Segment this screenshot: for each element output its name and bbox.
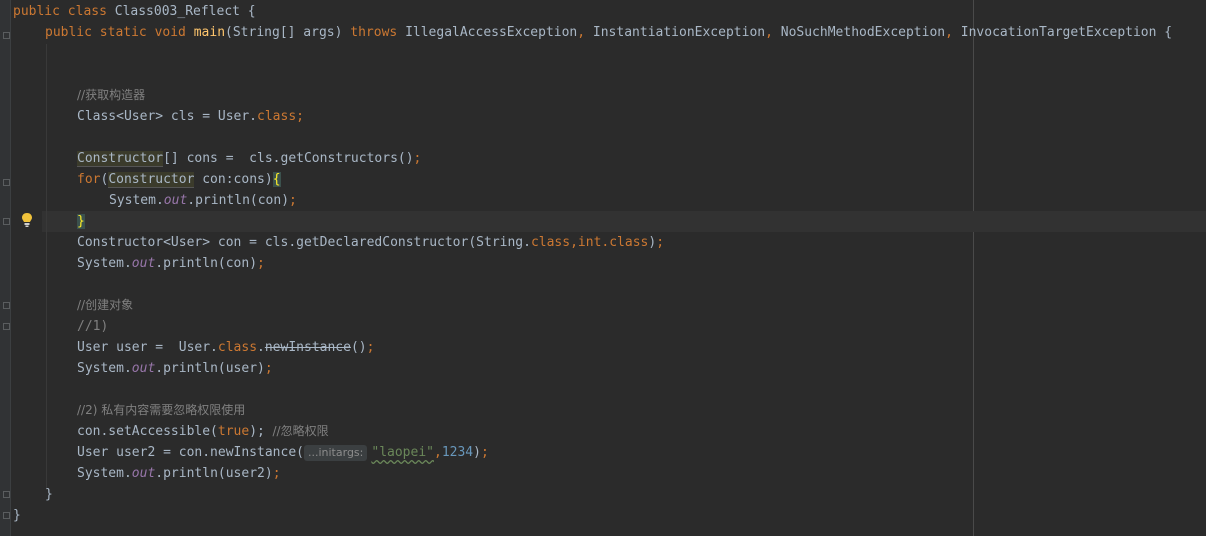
code-line[interactable]: con.setAccessible(true); //忽略权限 — [77, 421, 329, 442]
code-line[interactable]: } — [13, 505, 21, 526]
fold-marker-icon[interactable] — [3, 302, 10, 309]
parameter-hint: ...initargs: — [303, 445, 368, 461]
code-line[interactable]: } — [45, 484, 53, 505]
fold-marker-icon[interactable] — [3, 32, 10, 39]
code-comment: //创建对象 — [77, 298, 134, 312]
code-line[interactable]: System.out.println(con); — [109, 190, 297, 211]
code-line[interactable]: Constructor<User> con = cls.getDeclaredC… — [77, 232, 664, 253]
code-line[interactable]: public class Class003_Reflect { — [13, 1, 256, 22]
code-line[interactable]: Class<User> cls = User.class; — [77, 106, 304, 127]
fold-marker-icon[interactable] — [3, 491, 10, 498]
code-line[interactable]: public static void main(String[] args) t… — [45, 22, 1172, 43]
code-line[interactable]: User user = User.class.newInstance(); — [77, 337, 374, 358]
code-line[interactable]: } — [77, 211, 85, 232]
gutter-divider — [10, 0, 11, 536]
current-line-highlight — [42, 211, 1206, 232]
code-line[interactable]: System.out.println(user); — [77, 358, 273, 379]
code-line[interactable]: User user2 = con.newInstance(...initargs… — [77, 442, 489, 463]
code-comment: //获取构造器 — [77, 88, 146, 102]
fold-marker-icon[interactable] — [3, 323, 10, 330]
code-comment: //2) 私有内容需要忽略权限使用 — [77, 403, 246, 417]
code-line[interactable]: System.out.println(user2); — [77, 463, 281, 484]
lightbulb-icon[interactable] — [21, 212, 33, 228]
fold-marker-icon[interactable] — [3, 218, 10, 225]
code-line[interactable]: Constructor[] cons = cls.getConstructors… — [77, 148, 421, 169]
indent-guide — [46, 44, 47, 490]
fold-marker-icon[interactable] — [3, 179, 10, 186]
editor-gutter — [0, 0, 10, 536]
code-comment: //1) — [77, 319, 109, 334]
right-margin-guide — [973, 0, 974, 536]
fold-marker-icon[interactable] — [3, 512, 10, 519]
code-line[interactable]: for(Constructor con:cons){ — [77, 169, 281, 190]
code-line[interactable]: System.out.println(con); — [77, 253, 265, 274]
